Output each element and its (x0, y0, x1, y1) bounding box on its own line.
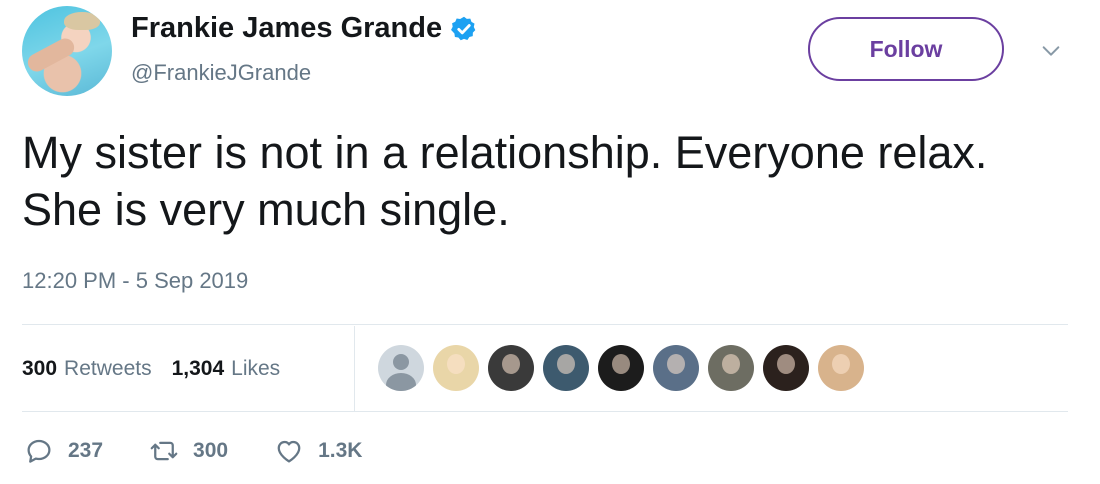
liker-avatar[interactable] (378, 345, 424, 391)
liker-avatar[interactable] (543, 345, 589, 391)
tweet-text: My sister is not in a relationship. Ever… (22, 127, 988, 235)
engagement-stats: 300 Retweets 1,304 Likes (22, 325, 300, 412)
reply-icon (27, 439, 51, 463)
heart-icon (277, 440, 301, 463)
liker-avatar[interactable] (653, 345, 699, 391)
display-name-text[interactable]: Frankie James Grande (131, 12, 442, 45)
retweets-count: 300 (22, 356, 58, 380)
likers-avatars (378, 345, 864, 391)
user-handle[interactable]: @FrankieJGrande (131, 60, 311, 86)
liker-avatar[interactable] (598, 345, 644, 391)
reply-action[interactable]: 237 (24, 436, 103, 466)
retweet-icon (150, 441, 178, 461)
retweet-action[interactable]: 300 (149, 436, 228, 466)
liker-avatar[interactable] (433, 345, 479, 391)
likes-label: Likes (231, 356, 281, 380)
tweet-timestamp[interactable]: 12:20 PM - 5 Sep 2019 (22, 268, 248, 294)
retweets-stat[interactable]: 300 Retweets (22, 357, 152, 381)
chevron-down-icon[interactable] (1040, 40, 1062, 62)
retweets-label: Retweets (64, 356, 152, 380)
follow-button[interactable]: Follow (808, 17, 1004, 81)
reply-count: 237 (68, 439, 104, 462)
tweet-actions: 237 300 1.3K (24, 436, 408, 466)
liker-avatar[interactable] (708, 345, 754, 391)
liker-avatar[interactable] (818, 345, 864, 391)
liker-avatar[interactable] (488, 345, 534, 391)
avatar-arm-shape (24, 35, 78, 75)
profile-avatar[interactable] (22, 6, 112, 96)
verified-badge-icon (451, 16, 476, 40)
stats-separator (354, 326, 355, 412)
avatar-hair-shape (64, 12, 100, 30)
likes-count: 1,304 (171, 356, 225, 380)
retweet-count: 300 (193, 439, 229, 462)
display-name[interactable]: Frankie James Grande (131, 12, 478, 45)
like-count: 1.3K (318, 439, 363, 462)
divider-bottom (22, 411, 1068, 412)
liker-avatar[interactable] (763, 345, 809, 391)
likes-stat[interactable]: 1,304 Likes (172, 357, 281, 381)
like-action[interactable]: 1.3K (274, 436, 362, 466)
